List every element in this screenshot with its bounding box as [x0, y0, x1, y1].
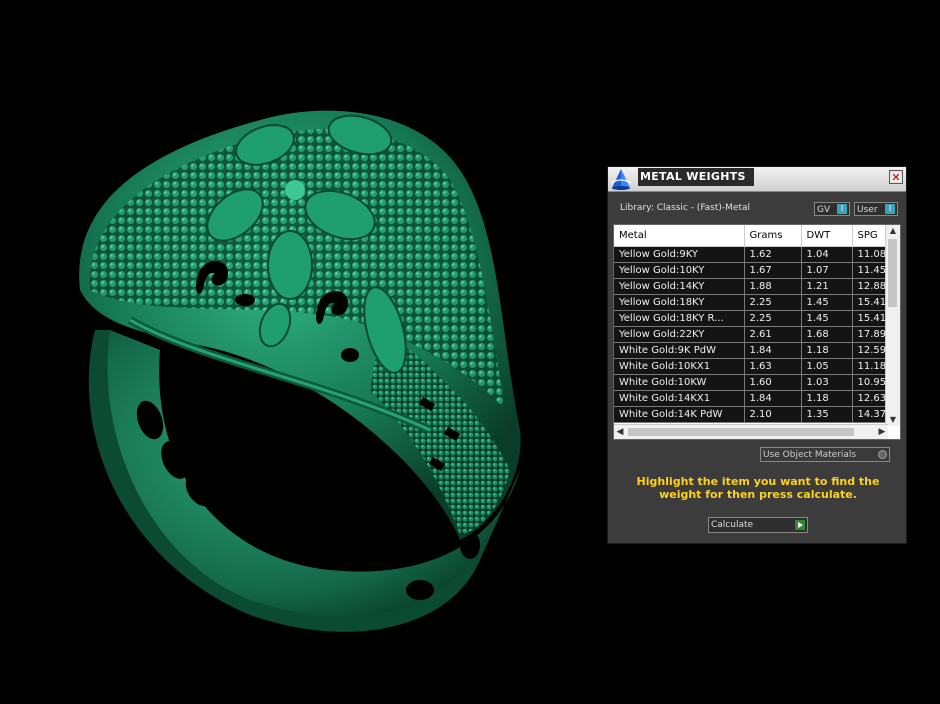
vertical-scrollbar[interactable]: ▲ ▼: [885, 225, 900, 426]
cell-spg: 10.95: [852, 374, 889, 391]
cell-metal: White Gold:10KW: [614, 374, 745, 391]
column-header-dwt[interactable]: DWT: [801, 225, 853, 247]
cell-metal: Yellow Gold:18KY: [614, 294, 745, 311]
library-label: Library: Classic - (Fast)-Metal: [620, 203, 751, 213]
cell-spg: 12.63: [852, 390, 889, 407]
cell-grams: 2.61: [744, 326, 802, 343]
table-header-row: Metal Grams DWT SPG: [614, 225, 889, 247]
cell-grams: 1.67: [744, 262, 802, 279]
play-arrow-icon: [795, 520, 805, 530]
cell-dwt: 1.18: [801, 342, 853, 359]
table-row[interactable]: Yellow Gold:18KY 2.25 1.45 15.41: [614, 294, 889, 311]
cell-grams: 2.10: [744, 406, 802, 423]
scroll-up-icon[interactable]: ▲: [888, 226, 898, 236]
user-toggle-label: User: [857, 205, 878, 215]
cell-spg: 11.18: [852, 358, 889, 375]
cell-metal: Yellow Gold:18KY R...: [614, 310, 745, 327]
cell-dwt: 1.45: [801, 310, 853, 327]
cone-logo-icon: [609, 167, 633, 191]
scroll-down-icon[interactable]: ▼: [888, 415, 898, 425]
cell-dwt: 1.07: [801, 262, 853, 279]
cell-metal: White Gold:10KX1: [614, 358, 745, 375]
gv-toggle-label: GV: [817, 205, 831, 215]
table-row[interactable]: White Gold:14KX1 1.84 1.18 12.63: [614, 390, 889, 407]
cell-spg: 17.89: [852, 326, 889, 343]
column-header-spg[interactable]: SPG: [852, 225, 889, 247]
cell-metal: White Gold:9K PdW: [614, 342, 745, 359]
cell-spg: 12.88: [852, 278, 889, 295]
table-row[interactable]: White Gold:10KX1 1.63 1.05 11.18: [614, 358, 889, 375]
cell-dwt: 1.18: [801, 390, 853, 407]
cell-dwt: 1.21: [801, 278, 853, 295]
radio-icon: [878, 450, 887, 459]
table-row[interactable]: White Gold:14K PdW 2.10 1.35 14.37: [614, 406, 889, 423]
panel-title: METAL WEIGHTS: [638, 168, 754, 186]
user-toggle[interactable]: User I: [854, 202, 898, 216]
cell-dwt: 1.35: [801, 406, 853, 423]
cell-metal: Yellow Gold:22KY: [614, 326, 745, 343]
scroll-thumb[interactable]: [888, 239, 897, 307]
table-row[interactable]: Yellow Gold:14KY 1.88 1.21 12.88: [614, 278, 889, 295]
cell-grams: 1.62: [744, 246, 802, 263]
cell-metal: Yellow Gold:9KY: [614, 246, 745, 263]
cell-spg: 15.41: [852, 310, 889, 327]
table-row[interactable]: White Gold:9K PdW 1.84 1.18 12.59: [614, 342, 889, 359]
cell-spg: 11.45: [852, 262, 889, 279]
cell-grams: 1.63: [744, 358, 802, 375]
column-header-grams[interactable]: Grams: [744, 225, 802, 247]
toggle-switch-icon: I: [885, 204, 895, 214]
close-button[interactable]: ✕: [889, 170, 903, 184]
cell-metal: White Gold:14K PdW: [614, 406, 745, 423]
cell-dwt: 1.04: [801, 246, 853, 263]
instructions-text: Highlight the item you want to find the …: [636, 475, 880, 501]
cell-dwt: 1.68: [801, 326, 853, 343]
table-row[interactable]: Yellow Gold:18KY R... 2.25 1.45 15.41: [614, 310, 889, 327]
close-icon: ✕: [891, 171, 901, 184]
cell-spg: 15.41: [852, 294, 889, 311]
cell-metal: Yellow Gold:10KY: [614, 262, 745, 279]
panel-titlebar[interactable]: METAL WEIGHTS ✕: [608, 167, 906, 192]
cell-dwt: 1.45: [801, 294, 853, 311]
cell-grams: 2.25: [744, 310, 802, 327]
use-object-materials-label: Use Object Materials: [763, 450, 857, 460]
cell-metal: White Gold:14KX1: [614, 390, 745, 407]
toggle-switch-icon: I: [837, 204, 847, 214]
horizontal-scrollbar[interactable]: ◀ ▶: [614, 424, 888, 439]
cell-grams: 2.25: [744, 294, 802, 311]
cell-metal: Yellow Gold:14KY: [614, 278, 745, 295]
cell-dwt: 1.05: [801, 358, 853, 375]
cell-grams: 1.60: [744, 374, 802, 391]
column-header-metal[interactable]: Metal: [614, 225, 745, 247]
cell-spg: 11.08: [852, 246, 889, 263]
table-row[interactable]: Yellow Gold:9KY 1.62 1.04 11.08: [614, 246, 889, 263]
use-object-materials-toggle[interactable]: Use Object Materials: [760, 447, 890, 462]
table-row[interactable]: White Gold:10KW 1.60 1.03 10.95: [614, 374, 889, 391]
cell-grams: 1.84: [744, 390, 802, 407]
scroll-left-icon[interactable]: ◀: [615, 426, 625, 438]
calculate-label: Calculate: [711, 520, 754, 530]
cell-spg: 14.37: [852, 406, 889, 423]
metal-weights-panel: METAL WEIGHTS ✕ Library: Classic - (Fast…: [607, 166, 907, 544]
cell-grams: 1.88: [744, 278, 802, 295]
scroll-right-icon[interactable]: ▶: [877, 426, 887, 438]
table-row[interactable]: Yellow Gold:10KY 1.67 1.07 11.45: [614, 262, 889, 279]
metal-table[interactable]: Metal Grams DWT SPG Yellow Gold:9KY 1.62 1…: [613, 224, 901, 440]
scroll-thumb[interactable]: [628, 428, 854, 436]
table-row[interactable]: Yellow Gold:22KY 2.61 1.68 17.89: [614, 326, 889, 343]
cell-grams: 1.84: [744, 342, 802, 359]
gv-toggle[interactable]: GV I: [814, 202, 850, 216]
cell-dwt: 1.03: [801, 374, 853, 391]
cell-spg: 12.59: [852, 342, 889, 359]
calculate-button[interactable]: Calculate: [708, 517, 808, 533]
